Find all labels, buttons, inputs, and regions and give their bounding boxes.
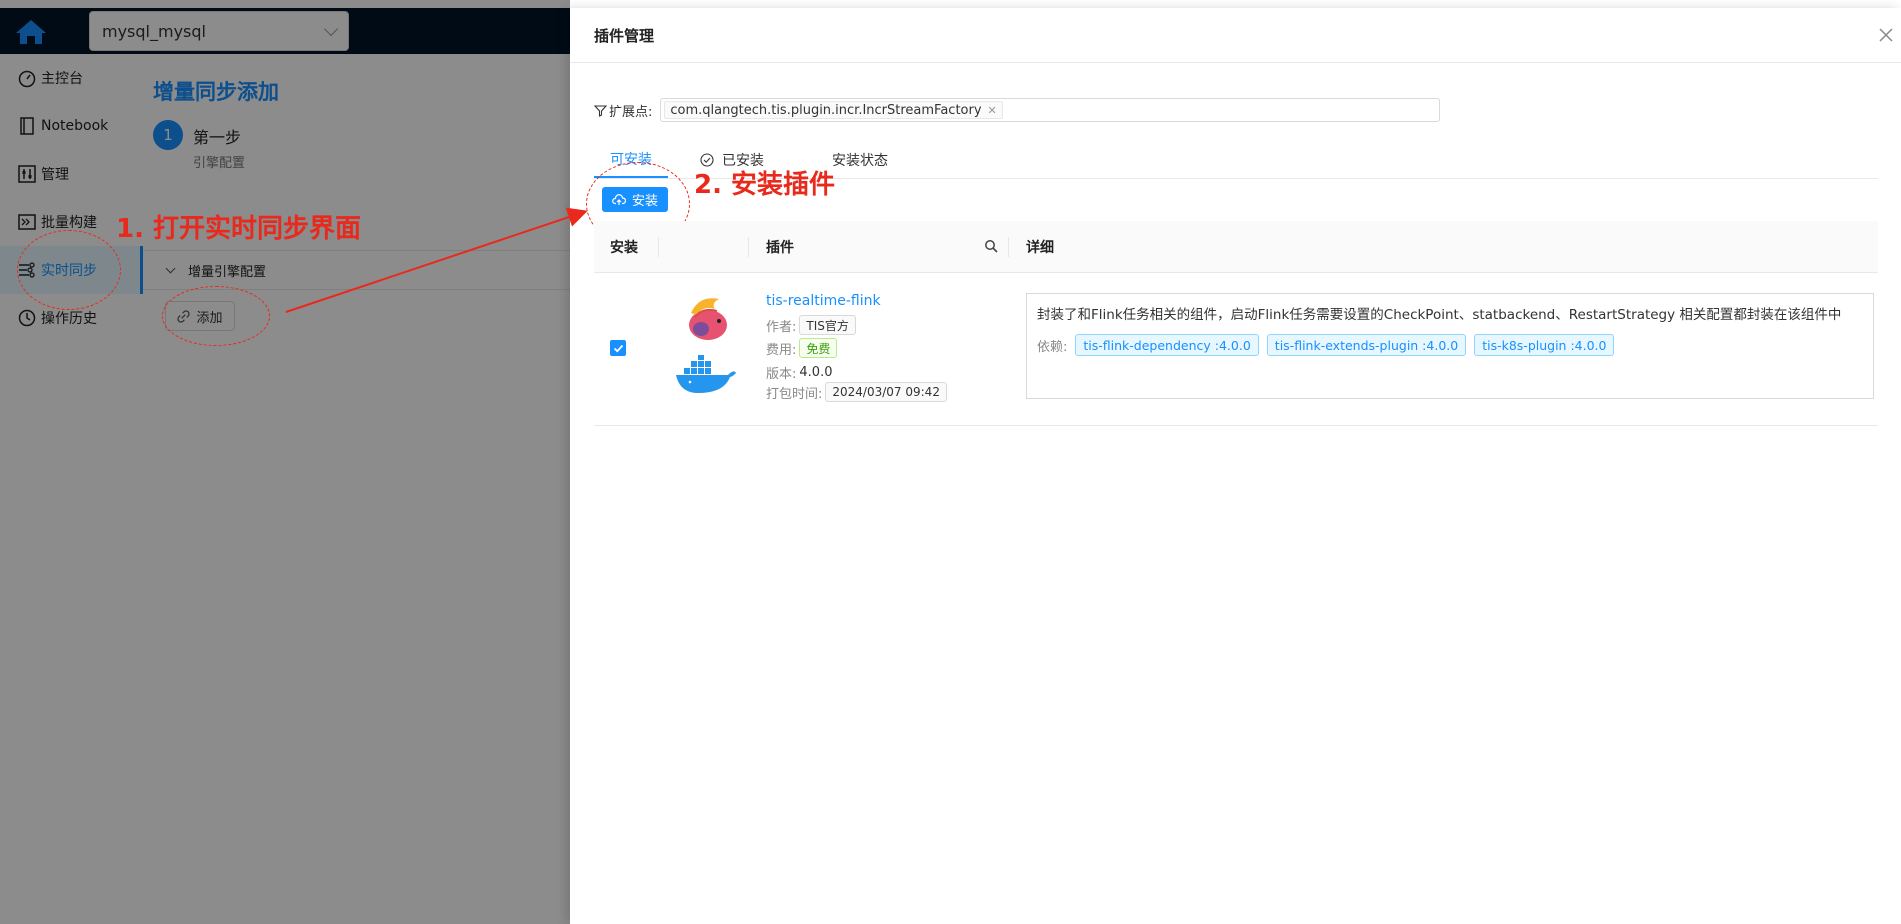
extension-point-tag-label: com.qlangtech.tis.plugin.incr.IncrStream… — [670, 102, 982, 118]
close-icon[interactable] — [1877, 26, 1895, 44]
author-tag: TIS官方 — [799, 315, 856, 335]
plugin-manager-drawer: 插件管理 扩展点: com.qlangtech.tis.plugin.incr.… — [570, 8, 1901, 924]
extension-point-filter: 扩展点: com.qlangtech.tis.plugin.incr.IncrS… — [594, 98, 1441, 122]
version-label: 版本: — [766, 367, 797, 382]
author-label: 作者: — [766, 319, 797, 335]
extension-point-input[interactable]: com.qlangtech.tis.plugin.incr.IncrStream… — [660, 98, 1441, 122]
pack-time-label: 打包时间: — [766, 386, 823, 402]
extension-point-label: 扩展点: — [609, 104, 653, 120]
checkmark-icon — [613, 344, 623, 352]
version-value: 4.0.0 — [799, 365, 833, 380]
drawer-title: 插件管理 — [570, 8, 1901, 63]
annotation-ellipse-add — [162, 286, 270, 346]
deps-label: 依赖: — [1037, 339, 1068, 355]
fee-label: 费用: — [766, 342, 797, 358]
table-row: tis-realtime-flink 作者: TIS官方 费用: 免费 版本: … — [594, 273, 1878, 426]
extension-point-tag: com.qlangtech.tis.plugin.incr.IncrStream… — [664, 101, 1003, 119]
search-icon[interactable] — [984, 239, 998, 253]
pack-time-tag: 2024/03/07 09:42 — [825, 382, 947, 402]
plugin-version: 版本: 4.0.0 — [766, 363, 832, 382]
tag-close-icon[interactable]: ✕ — [988, 104, 997, 117]
plugin-fee: 费用: 免费 — [766, 338, 838, 358]
filter-icon — [594, 104, 607, 117]
flink-logo-icon — [689, 298, 727, 340]
plugin-description: 封装了和Flink任务相关的组件，启动Flink任务需要设置的CheckPoin… — [1037, 307, 1842, 323]
modal-mask[interactable] — [0, 0, 570, 924]
column-header-install: 安装 — [610, 239, 638, 256]
plugin-dependencies: 依赖: tis-flink-dependency :4.0.0 tis-flin… — [1037, 334, 1863, 356]
plugin-table: 安装 插件 详细 tis-realtime-flink 作者: TIS官方 费用… — [594, 221, 1878, 426]
annotation-step2: 2. 安装插件 — [694, 170, 836, 200]
table-header: 安装 插件 详细 — [594, 221, 1878, 273]
dependency-tag: tis-flink-dependency :4.0.0 — [1075, 334, 1259, 356]
plugin-author: 作者: TIS官方 — [766, 315, 856, 335]
annotation-step1: 1. 打开实时同步界面 — [116, 214, 362, 244]
tab-label: 安装状态 — [832, 153, 888, 169]
annotation-ellipse-sidebar — [17, 230, 121, 310]
dependency-tag: tis-k8s-plugin :4.0.0 — [1474, 334, 1615, 356]
plugin-name-link[interactable]: tis-realtime-flink — [766, 293, 881, 309]
plugin-pack-time: 打包时间: 2024/03/07 09:42 — [766, 382, 947, 402]
docker-logo-icon — [676, 355, 736, 393]
column-header-detail: 详细 — [1026, 239, 1054, 256]
plugin-detail-box: 封装了和Flink任务相关的组件，启动Flink任务需要设置的CheckPoin… — [1026, 293, 1874, 399]
column-header-plugin: 插件 — [766, 239, 794, 256]
fee-tag: 免费 — [799, 338, 838, 358]
row-checkbox[interactable] — [610, 340, 626, 356]
dependency-tag: tis-flink-extends-plugin :4.0.0 — [1266, 334, 1467, 356]
